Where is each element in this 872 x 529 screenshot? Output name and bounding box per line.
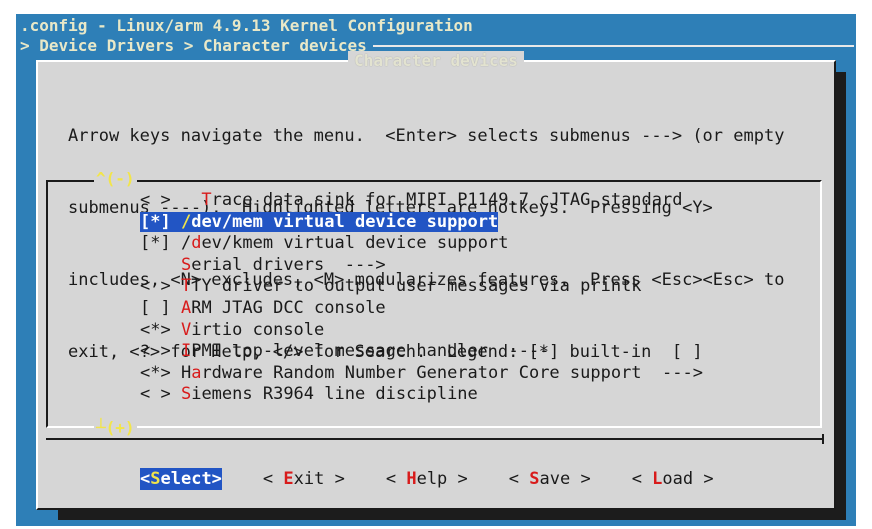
breadcrumb-rule bbox=[372, 45, 854, 47]
load-button[interactable]: < Load > bbox=[632, 468, 714, 490]
help-line: Arrow keys navigate the menu. <Enter> se… bbox=[68, 126, 785, 146]
menu-item[interactable]: <*> Virtio console bbox=[140, 320, 703, 342]
help-button[interactable]: < Help > bbox=[386, 468, 468, 490]
config-dialog: Character devices Arrow keys navigate th… bbox=[36, 51, 836, 510]
menu-item[interactable]: < > TTY driver to output user messages v… bbox=[140, 276, 703, 298]
save-button[interactable]: < Save > bbox=[509, 468, 591, 490]
menu-item[interactable]: < > Siemens R3964 line discipline bbox=[140, 384, 703, 406]
menu-item[interactable]: [ ] ARM JTAG DCC console bbox=[140, 298, 703, 320]
menu-item[interactable]: < > IPMI top-level message handler ---- bbox=[140, 341, 703, 363]
button-separator bbox=[46, 434, 824, 444]
exit-button[interactable]: < Exit > bbox=[263, 468, 345, 490]
menu-item[interactable]: [*] /dev/kmem virtual device support bbox=[140, 233, 703, 255]
dialog-title: Character devices bbox=[38, 51, 834, 71]
menu-item-selected[interactable]: [*] /dev/mem virtual device support bbox=[140, 211, 703, 234]
menu-list[interactable]: ^(-) < > Trace data sink for MIPI P1149.… bbox=[46, 169, 822, 438]
window-title: .config - Linux/arm 4.9.13 Kernel Config… bbox=[20, 16, 473, 35]
scroll-up-indicator[interactable]: ^(-) bbox=[94, 169, 137, 189]
menu-item[interactable]: <*> Hardware Random Number Generator Cor… bbox=[140, 363, 703, 385]
scroll-down-indicator[interactable]: ┴(+) bbox=[94, 418, 137, 438]
menu-item[interactable]: Serial drivers ---> bbox=[140, 255, 703, 277]
menu-item[interactable]: < > Trace data sink for MIPI P1149.7 cJT… bbox=[140, 190, 703, 212]
terminal-screen: .config - Linux/arm 4.9.13 Kernel Config… bbox=[16, 14, 856, 526]
select-button[interactable]: <Select> bbox=[140, 468, 222, 490]
dialog-title-text: Character devices bbox=[348, 51, 524, 70]
button-bar: <Select> < Exit > < Help > < Save > < Load > bbox=[140, 468, 714, 490]
